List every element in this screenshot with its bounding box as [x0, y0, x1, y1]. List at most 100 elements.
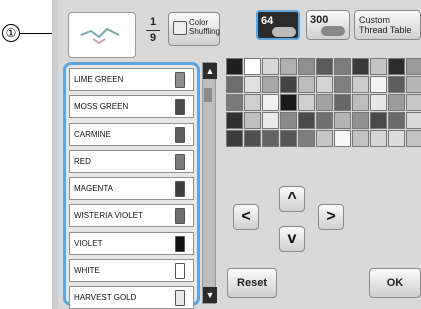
palette-color-swatch[interactable] [280, 76, 297, 93]
tab-300-label: 300 [310, 14, 329, 26]
palette-color-swatch[interactable] [406, 94, 421, 111]
thread-spool-icon [175, 290, 185, 307]
counter-total: 9 [149, 32, 157, 44]
color-shuffling-button[interactable]: Color Shuffling [168, 12, 220, 46]
palette-color-swatch[interactable] [388, 130, 405, 147]
thread-spool-icon [175, 72, 185, 88]
thread-list-item[interactable]: MOSS GREEN [69, 95, 194, 119]
thread-spool-icon [175, 181, 185, 198]
palette-color-swatch[interactable] [352, 76, 369, 93]
reset-button[interactable]: Reset [227, 268, 277, 298]
thread-name: MAGENTA [74, 184, 113, 194]
palette-color-swatch[interactable] [352, 130, 369, 147]
thread-name: WHITE [74, 266, 100, 276]
palette-color-swatch[interactable] [226, 112, 243, 129]
palette-color-swatch[interactable] [370, 130, 387, 147]
move-left-button[interactable]: < [233, 204, 259, 230]
palette-color-swatch[interactable] [388, 58, 405, 75]
palette-color-swatch[interactable] [388, 112, 405, 129]
thread-name: WISTERIA VIOLET [74, 211, 143, 221]
tab-300-colors[interactable]: 300 [306, 10, 350, 40]
palette-color-swatch[interactable] [370, 76, 387, 93]
palette-color-swatch[interactable] [226, 130, 243, 147]
palette-color-swatch[interactable] [316, 58, 333, 75]
thread-name: HARVEST GOLD [74, 293, 137, 303]
thread-list-item[interactable]: WHITE [69, 259, 194, 283]
palette-color-swatch[interactable] [370, 58, 387, 75]
palette-color-swatch[interactable] [388, 94, 405, 111]
ok-button[interactable]: OK [369, 268, 421, 298]
palette-color-swatch[interactable] [244, 76, 261, 93]
palette-color-swatch[interactable] [226, 94, 243, 111]
palette-color-swatch[interactable] [298, 76, 315, 93]
palette-color-swatch[interactable] [316, 112, 333, 129]
custom-thread-table-button[interactable]: Custom Thread Table [354, 10, 421, 40]
palette-color-swatch[interactable] [244, 112, 261, 129]
palette-color-swatch[interactable] [226, 58, 243, 75]
color-shuffling-label: Color Shuffling [189, 18, 220, 36]
palette-color-swatch[interactable] [334, 130, 351, 147]
thread-list-item[interactable]: MAGENTA [69, 177, 194, 201]
move-right-button[interactable]: > [318, 204, 344, 230]
palette-color-swatch[interactable] [262, 130, 279, 147]
palette-color-swatch[interactable] [280, 58, 297, 75]
palette-color-swatch[interactable] [352, 58, 369, 75]
thread-list-item[interactable]: CARMINE [69, 122, 194, 146]
scroll-thumb[interactable] [204, 88, 212, 102]
palette-color-swatch[interactable] [334, 58, 351, 75]
palette-color-swatch[interactable] [280, 94, 297, 111]
move-up-button[interactable]: ^ [279, 186, 305, 212]
palette-color-swatch[interactable] [298, 112, 315, 129]
scroll-down-button[interactable]: ▼ [203, 287, 217, 303]
thread-name: RED [74, 156, 91, 166]
palette-color-swatch[interactable] [280, 112, 297, 129]
thread-spool-icon [175, 99, 185, 116]
palette-color-swatch[interactable] [280, 130, 297, 147]
palette-color-swatch[interactable] [316, 76, 333, 93]
palette-color-swatch[interactable] [352, 112, 369, 129]
thread-list-item[interactable]: LIME GREEN [69, 68, 194, 91]
palette-color-swatch[interactable] [406, 112, 421, 129]
palette-color-swatch[interactable] [334, 94, 351, 111]
thread-spool-icon [175, 235, 185, 252]
counter-current: 1 [149, 16, 157, 28]
palette-color-swatch[interactable] [298, 94, 315, 111]
palette-color-swatch[interactable] [262, 58, 279, 75]
thread-spool-icon [175, 263, 185, 280]
thread-list-item[interactable]: HARVEST GOLD [69, 286, 194, 309]
palette-color-swatch[interactable] [334, 112, 351, 129]
palette-color-swatch[interactable] [388, 76, 405, 93]
thread-list-item[interactable]: RED [69, 149, 194, 173]
thread-spool-icon [321, 26, 345, 36]
palette-color-swatch[interactable] [244, 130, 261, 147]
tab-64-colors[interactable]: 64 [256, 10, 300, 40]
palette-color-swatch[interactable] [316, 130, 333, 147]
palette-color-swatch[interactable] [406, 76, 421, 93]
thread-name: MOSS GREEN [74, 102, 129, 112]
thread-list-item[interactable]: VIOLET [69, 231, 194, 255]
palette-color-swatch[interactable] [406, 130, 421, 147]
palette-color-swatch[interactable] [334, 76, 351, 93]
palette-color-swatch[interactable] [262, 76, 279, 93]
thread-name: VIOLET [74, 238, 103, 248]
palette-color-swatch[interactable] [262, 94, 279, 111]
thread-spool-icon [175, 153, 185, 170]
palette-color-swatch[interactable] [406, 58, 421, 75]
move-down-button[interactable]: v [279, 226, 305, 252]
palette-color-swatch[interactable] [370, 94, 387, 111]
palette-color-swatch[interactable] [370, 112, 387, 129]
palette-color-swatch[interactable] [244, 58, 261, 75]
palette-color-swatch[interactable] [262, 112, 279, 129]
palette-color-swatch[interactable] [298, 58, 315, 75]
palette-color-swatch[interactable] [352, 94, 369, 111]
thread-name: CARMINE [74, 129, 111, 139]
palette-color-swatch[interactable] [298, 130, 315, 147]
palette-color-swatch[interactable] [316, 94, 333, 111]
thread-counter: 1 9 [140, 16, 166, 45]
design-preview-icon [80, 27, 120, 45]
palette-color-swatch[interactable] [244, 94, 261, 111]
scroll-up-button[interactable]: ▲ [203, 63, 217, 79]
palette-color-swatch[interactable] [226, 76, 243, 93]
thread-list-item[interactable]: WISTERIA VIOLET [69, 204, 194, 228]
thread-spool-icon [175, 126, 185, 143]
